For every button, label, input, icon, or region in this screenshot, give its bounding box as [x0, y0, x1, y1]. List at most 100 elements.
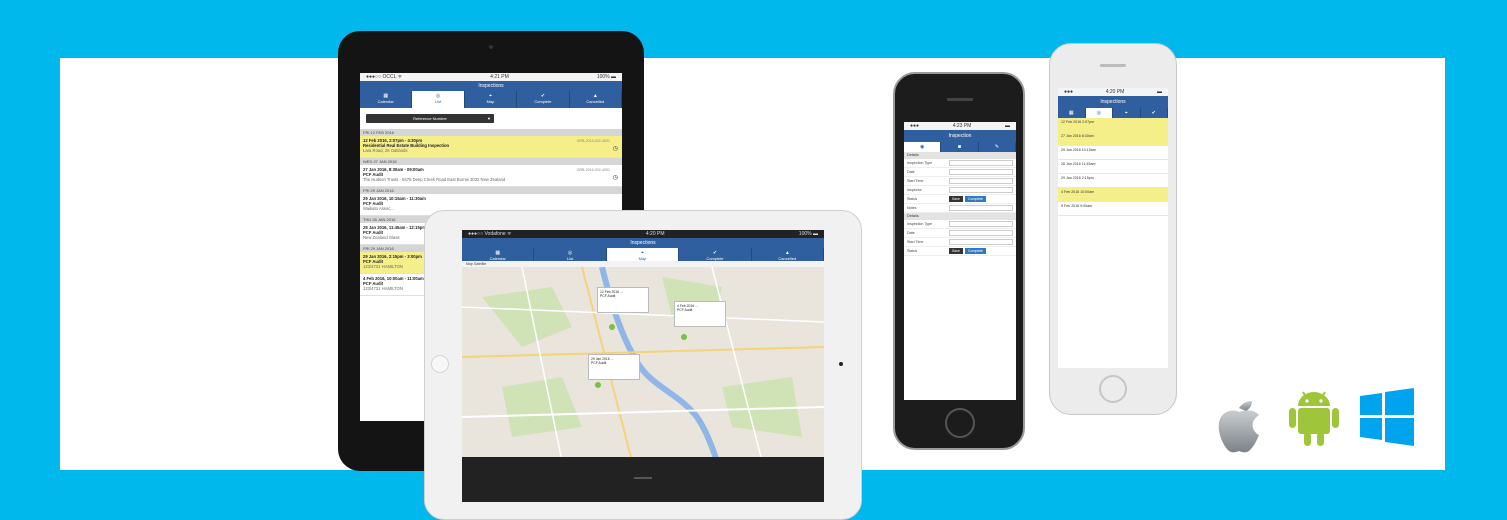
page-title: Inspection	[948, 133, 972, 139]
home-button[interactable]	[1099, 375, 1127, 403]
field-input[interactable]	[949, 221, 1013, 227]
tab-label: Complete	[706, 256, 724, 261]
home-indicator	[634, 477, 652, 479]
tab-cancelled[interactable]: ▲ Cancelled	[570, 91, 622, 108]
save-button[interactable]: Save	[949, 196, 963, 202]
windows-icon	[1360, 388, 1414, 451]
form-row[interactable]: Start Time	[904, 177, 1016, 186]
home-button[interactable]	[945, 408, 975, 438]
list-item[interactable]: 27 Jan 2016 8:30am	[1058, 132, 1168, 146]
popup-line: PCF Audit	[600, 294, 616, 298]
tab-bar: ▦ Calendar ◎ List ⌖ Map ✔ Complete ▲ Cancelle…	[360, 91, 622, 108]
tab-calendar[interactable]: ▦ Calendar	[462, 248, 535, 261]
list-item[interactable]: 27 Jan 2016, 8:30am - 09:00am PCF Audit …	[360, 165, 622, 187]
map-popup[interactable]: 29 Jan 2016 ... PCF Audit	[588, 354, 640, 380]
apple-icon	[1212, 392, 1266, 459]
field-input[interactable]	[949, 239, 1013, 245]
page-title: Inspections	[630, 240, 656, 246]
front-camera	[489, 45, 493, 49]
field-input[interactable]	[949, 169, 1013, 175]
tab-complete[interactable]: ✔ Complete	[517, 91, 570, 108]
field-input[interactable]	[949, 205, 1013, 211]
tab-list[interactable]: ◎	[1085, 108, 1113, 118]
tab-bar: ▦ ◎ ⌖ ✔	[1058, 108, 1168, 118]
form-row[interactable]: Notes	[904, 204, 1016, 213]
android-icon	[1286, 386, 1342, 453]
battery-icon: ▬	[1157, 89, 1162, 95]
field-input[interactable]	[949, 230, 1013, 236]
phone-list-device: ●●● 4:20 PM ▬ Inspections ▦ ◎ ⌖ ✔ 12 Feb…	[1049, 43, 1177, 415]
map-popup[interactable]: 12 Feb 2016 ... PCF Audit	[597, 287, 649, 313]
sort-dropdown[interactable]: Reference Number ▼	[366, 114, 494, 123]
field-label: Date	[907, 170, 915, 174]
complete-button[interactable]: Complete	[964, 196, 986, 202]
tab-form[interactable]: ◉	[904, 142, 942, 152]
tab-list[interactable]: ◎ List	[534, 248, 607, 261]
battery-icon: ▬	[1005, 123, 1010, 129]
form-row[interactable]: Date	[904, 229, 1016, 238]
field-input[interactable]	[949, 160, 1013, 166]
tab-bar: ◉ ◙ ✎	[904, 142, 1016, 152]
form-row[interactable]: Inspection Type	[904, 220, 1016, 229]
tab-complete[interactable]: ✔	[1141, 108, 1168, 118]
date-header: FRI 12 FEB 2016	[360, 129, 622, 136]
carrier-label: ●●●○○ Vodafone ᯤ	[468, 231, 512, 237]
bottom-bar	[462, 457, 824, 502]
list-item[interactable]: 5 Feb 2016 9:00am	[1058, 202, 1168, 216]
map-view[interactable]: 12 Feb 2016 ... PCF Audit 4 Feb 2016 ...…	[462, 267, 824, 461]
tab-cancelled[interactable]: ▲ Cancelled	[752, 248, 824, 261]
list-item[interactable]: 12 Feb 2016 2:07pm	[1058, 118, 1168, 132]
form-row[interactable]: Status Save Complete	[904, 247, 1016, 256]
save-button[interactable]: Save	[949, 248, 963, 254]
list-item[interactable]: 29 Jan 2016 2:15pm	[1058, 174, 1168, 188]
tab-calendar[interactable]: ▦	[1058, 108, 1086, 118]
tab-map[interactable]: ⌖ Map	[465, 91, 518, 108]
status-bar: ●●● 4:23 PM ▬	[904, 122, 1016, 130]
camera-icon: ◙	[957, 144, 961, 150]
list-item[interactable]: 4 Feb 2016 10:00am	[1058, 188, 1168, 202]
field-label: Status	[907, 197, 918, 201]
note-icon: ✎	[994, 144, 999, 150]
tab-label: Map	[638, 256, 647, 261]
list-item[interactable]: 28 Jan 2016 11:45am	[1058, 160, 1168, 174]
field-input[interactable]	[949, 178, 1013, 184]
tab-calendar[interactable]: ▦ Calendar	[360, 91, 413, 108]
map-pin-icon: ⌖	[1124, 110, 1128, 116]
clock-label: 4:21 PM	[490, 74, 509, 80]
map-popup[interactable]: 4 Feb 2016 ... PCF Audit	[674, 301, 726, 327]
clock-icon: ◷	[612, 175, 618, 181]
tab-map[interactable]: ⌖	[1113, 108, 1141, 118]
home-button[interactable]	[431, 355, 449, 373]
form-row[interactable]: Date	[904, 168, 1016, 177]
page-title: Inspections	[1100, 99, 1126, 105]
chevron-down-icon: ▼	[487, 116, 491, 121]
tab-notes[interactable]: ✎	[979, 142, 1016, 152]
app-title-bar: Inspections	[360, 81, 622, 91]
section-header: Details	[904, 213, 1016, 220]
clock-icon: ◷	[612, 146, 618, 152]
form-row[interactable]: Status Save Complete	[904, 195, 1016, 204]
tab-list[interactable]: ◎ List	[412, 91, 465, 108]
dropdown-value: Reference Number	[413, 116, 447, 121]
status-bar: ●●●○○ OCCL ᯤ 4:21 PM 100% ▬	[360, 73, 622, 81]
app-title-bar: Inspections	[462, 238, 824, 248]
status-bar: ●●●○○ Vodafone ᯤ 4:20 PM 100% ▬	[462, 230, 824, 238]
tablet-map-screen: ●●●○○ Vodafone ᯤ 4:20 PM 100% ▬ Inspecti…	[462, 230, 824, 502]
tab-complete[interactable]: ✔ Complete	[679, 248, 752, 261]
speaker-grille	[947, 98, 973, 101]
form-row[interactable]: Inspector	[904, 186, 1016, 195]
field-label: Start Time	[907, 179, 924, 183]
list-item[interactable]: 29 Jan 2016 10:15am	[1058, 146, 1168, 160]
tab-photos[interactable]: ◙	[941, 142, 979, 152]
list-item[interactable]: 12 Feb 2016, 2:07pm - 4:30pm Residential…	[360, 136, 622, 158]
form-row[interactable]: Inspection Type	[904, 159, 1016, 168]
tab-bar: ▦ Calendar ◎ List ⌖ Map ✔ Complete ▲ Cancelle…	[462, 248, 824, 261]
front-camera	[839, 362, 843, 366]
form-icon: ◉	[919, 144, 925, 150]
form-row[interactable]: Start Time	[904, 238, 1016, 247]
battery-label: 100% ▬	[596, 74, 616, 80]
tab-map[interactable]: ⌖ Map	[606, 248, 680, 261]
field-input[interactable]	[949, 187, 1013, 193]
status-bar: ●●● 4:20 PM ▬	[1058, 88, 1168, 96]
complete-button[interactable]: Complete	[964, 248, 986, 254]
